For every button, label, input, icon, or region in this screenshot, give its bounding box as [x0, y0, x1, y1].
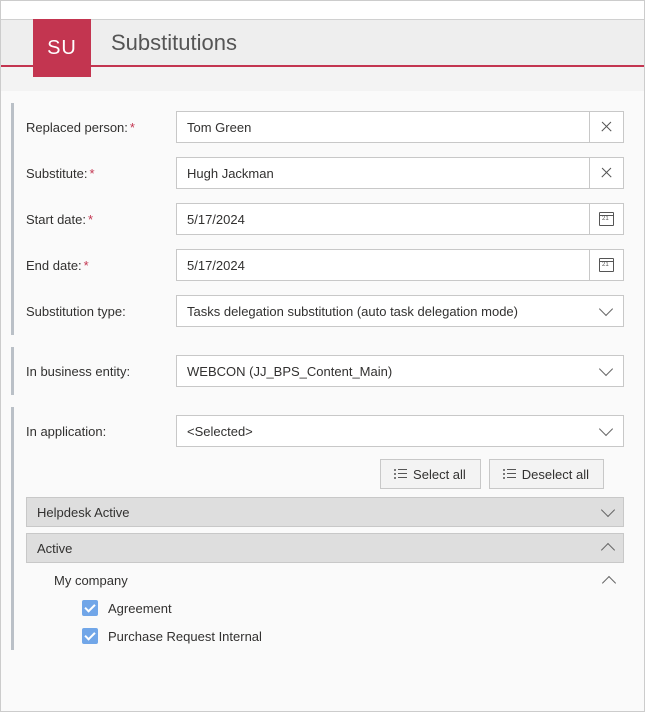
- label-substitution-type: Substitution type:: [26, 304, 176, 319]
- chevron-down-icon: [599, 422, 613, 436]
- group-helpdesk-active[interactable]: Helpdesk Active: [26, 497, 624, 527]
- header: Substitutions SU: [1, 1, 644, 91]
- substitution-type-select[interactable]: Tasks delegation substitution (auto task…: [176, 295, 624, 327]
- checkbox-checked-icon[interactable]: [82, 628, 98, 644]
- chevron-up-icon: [602, 575, 616, 589]
- list-icon: [504, 469, 516, 479]
- chevron-down-icon: [601, 503, 615, 517]
- chevron-down-icon: [599, 302, 613, 316]
- replaced-person-input[interactable]: Tom Green: [177, 112, 589, 142]
- app-tile-text: SU: [47, 37, 77, 60]
- label-start-date: Start date:*: [26, 212, 176, 227]
- page-title: Substitutions: [111, 30, 237, 56]
- subgroup-my-company[interactable]: My company: [26, 563, 624, 594]
- in-application-select[interactable]: <Selected>: [176, 415, 624, 447]
- calendar-icon: [599, 258, 614, 272]
- form-section-main: Replaced person:* Tom Green Substitute:*…: [11, 103, 644, 335]
- start-date-picker[interactable]: [589, 204, 623, 234]
- end-date-picker[interactable]: [589, 250, 623, 280]
- select-all-button[interactable]: Select all: [380, 459, 481, 489]
- substitute-input[interactable]: Hugh Jackman: [177, 158, 589, 188]
- close-icon: [600, 166, 614, 180]
- group-active[interactable]: Active: [26, 533, 624, 563]
- form-section-entity: In business entity: WEBCON (JJ_BPS_Conte…: [11, 347, 644, 395]
- checkbox-checked-icon[interactable]: [82, 600, 98, 616]
- deselect-all-button[interactable]: Deselect all: [489, 459, 604, 489]
- label-replaced-person: Replaced person:*: [26, 120, 176, 135]
- item-purchase-request[interactable]: Purchase Request Internal: [26, 622, 624, 650]
- app-tile: SU: [33, 19, 91, 77]
- start-date-input[interactable]: 5/17/2024: [177, 204, 589, 234]
- label-substitute: Substitute:*: [26, 166, 176, 181]
- substitution-type-chevron: [589, 296, 623, 326]
- form-section-application: In application: <Selected> Select all De…: [11, 407, 644, 650]
- clear-substitute[interactable]: [589, 158, 623, 188]
- close-icon: [600, 120, 614, 134]
- business-entity-select[interactable]: WEBCON (JJ_BPS_Content_Main): [176, 355, 624, 387]
- label-in-application: In application:: [26, 424, 176, 439]
- in-application-chevron: [589, 416, 623, 446]
- chevron-up-icon: [601, 543, 615, 557]
- end-date-input[interactable]: 5/17/2024: [177, 250, 589, 280]
- label-end-date: End date:*: [26, 258, 176, 273]
- header-bar: Substitutions: [1, 19, 644, 67]
- business-entity-chevron: [589, 356, 623, 386]
- label-business-entity: In business entity:: [26, 364, 176, 379]
- clear-replaced-person[interactable]: [589, 112, 623, 142]
- list-icon: [395, 469, 407, 479]
- chevron-down-icon: [599, 362, 613, 376]
- item-agreement[interactable]: Agreement: [26, 594, 624, 622]
- calendar-icon: [599, 212, 614, 226]
